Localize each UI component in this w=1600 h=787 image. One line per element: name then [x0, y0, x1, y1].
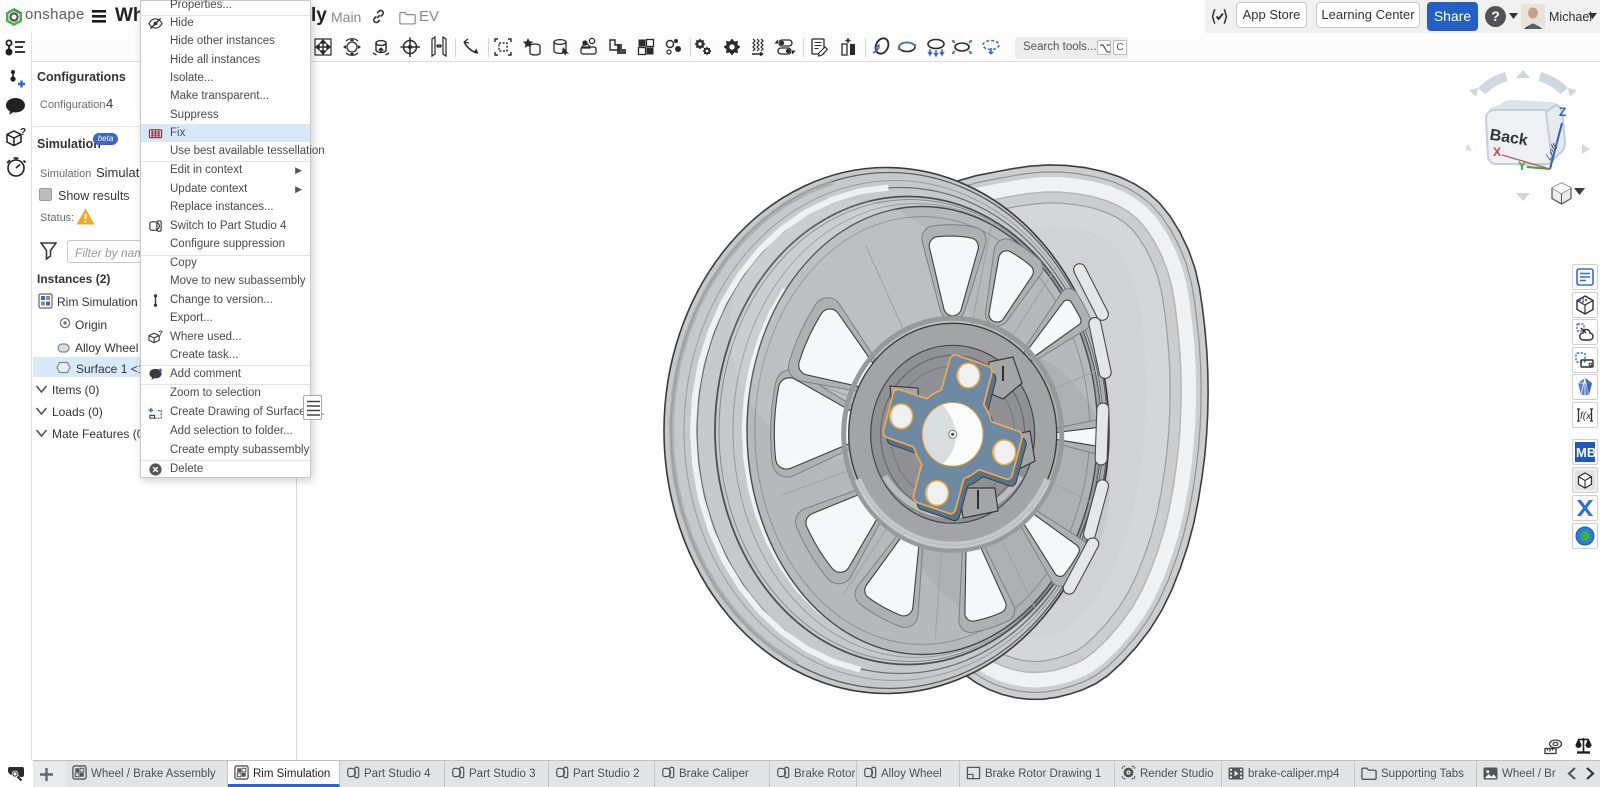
- svg-text:?: ?: [158, 330, 163, 338]
- svg-text:?: ?: [20, 127, 26, 138]
